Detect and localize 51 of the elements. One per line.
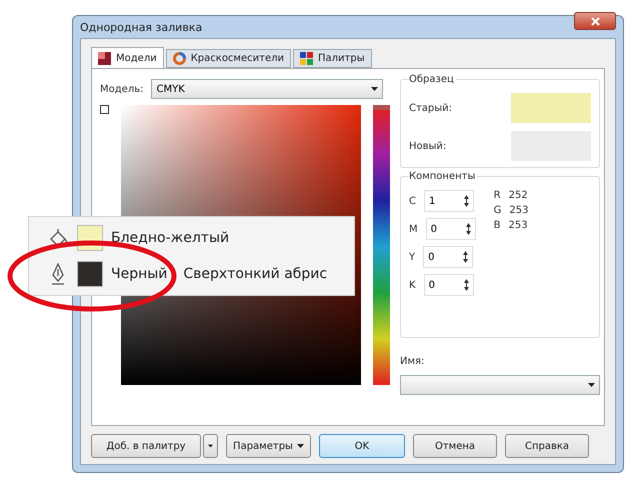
window-title: Однородная заливка (80, 20, 202, 34)
component-letter: C (409, 196, 416, 206)
caret-icon (296, 444, 304, 448)
hue-slider[interactable] (372, 105, 390, 385)
spin-arrows-icon (464, 195, 469, 207)
palette-grid-icon (300, 52, 313, 65)
group-title: Компоненты (409, 171, 478, 182)
options-button[interactable]: Параметры (226, 434, 311, 458)
checkbox[interactable] (100, 105, 109, 114)
rgb-letter: G (494, 205, 502, 216)
caret-icon (588, 383, 595, 387)
tab[interactable]: Модели (91, 47, 164, 69)
color-ring-icon (172, 52, 186, 65)
color-square-icon (98, 52, 111, 65)
spin-field[interactable]: 1 (424, 190, 474, 212)
old-label: Старый: (409, 102, 452, 114)
spin-arrows-icon (464, 279, 469, 291)
dropdown-button[interactable] (203, 434, 218, 458)
model-dropdown[interactable]: CMYK (151, 79, 384, 99)
color-name: Сверхтонкий абрис (183, 266, 328, 282)
close-icon (590, 16, 600, 26)
dialog-button[interactable]: Отмена (413, 434, 497, 458)
tab[interactable]: Палитры (293, 49, 372, 68)
rgb-letter: R (494, 190, 501, 201)
color-name: Черный (111, 266, 168, 282)
pen-nib-icon (50, 263, 66, 285)
add-to-palette-button[interactable]: Доб. в палитру (91, 434, 201, 458)
group-title: Образец (409, 74, 456, 85)
name-label: Имя: (400, 356, 426, 367)
color-name: Бледно-желтый (111, 230, 230, 246)
dialog-button[interactable]: Справка (505, 434, 589, 458)
component-letter: K (409, 280, 416, 290)
close-button[interactable] (574, 12, 616, 30)
new-label: Новый: (409, 140, 446, 152)
rgb-value: 253 (509, 205, 528, 216)
caret-icon (208, 444, 213, 448)
ok-button[interactable]: OK (319, 434, 405, 458)
spin-field[interactable]: 0 (424, 274, 474, 296)
rgb-value: 252 (508, 190, 528, 201)
spin-field[interactable]: 0 (426, 218, 476, 240)
spin-arrows-icon (463, 251, 468, 263)
hue-thumb[interactable] (372, 105, 390, 110)
spin-arrows-icon (466, 223, 471, 235)
rgb-value: 253 (508, 220, 528, 231)
rgb-letter: B (494, 220, 501, 231)
caret-icon (371, 87, 378, 91)
model-label: Модель: (100, 84, 144, 94)
component-letter: Y (409, 252, 416, 262)
spin-field[interactable]: 0 (423, 246, 474, 268)
tab[interactable]: Краскосмесители (166, 49, 291, 68)
component-letter: M (409, 224, 418, 234)
